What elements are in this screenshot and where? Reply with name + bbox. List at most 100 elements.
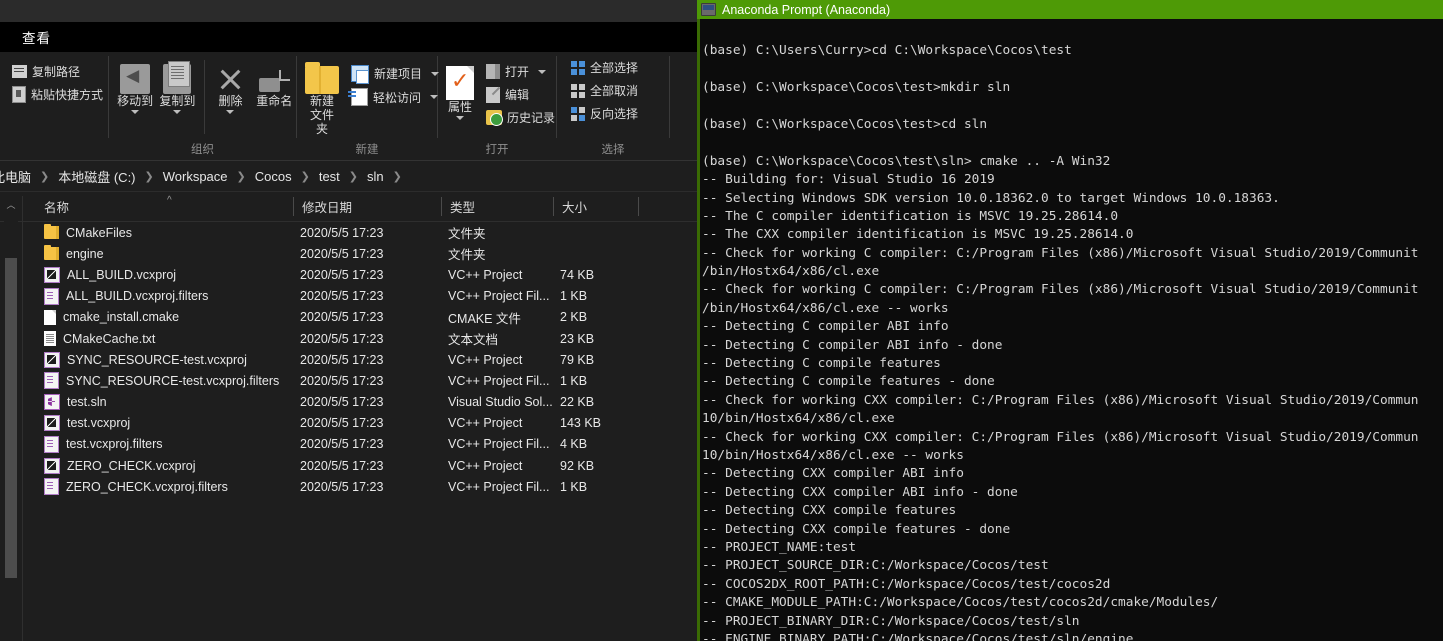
column-header-size[interactable]: 大小 [562, 192, 587, 221]
copy-to-button[interactable]: 复制到 [157, 58, 197, 114]
file-list-row[interactable]: CMakeFiles 2020/5/5 17:23 文件夹 [0, 222, 697, 243]
open-icon [486, 64, 500, 79]
select-all-button[interactable]: 全部选择 [565, 56, 644, 79]
terminal-line: -- Detecting CXX compile features [702, 503, 957, 519]
file-date: 2020/5/5 17:23 [300, 437, 384, 452]
terminal-line: 10/bin/Hostx64/x86/cl.exe [702, 411, 895, 427]
terminal-line: -- Check for working C compiler: C:/Prog… [702, 245, 1419, 261]
file-type: VC++ Project Fil... [448, 437, 550, 452]
file-type: CMAKE 文件 [448, 311, 521, 326]
file-list-row[interactable]: test.vcxproj 2020/5/5 17:23 VC++ Project 14… [0, 413, 697, 434]
rename-icon [259, 58, 291, 94]
file-list-row[interactable]: ALL_BUILD.vcxproj 2020/5/5 17:23 VC++ Proj… [0, 264, 697, 285]
console-icon [701, 3, 716, 16]
new-folder-label-line2: 文件夹 [309, 108, 334, 136]
file-list-row[interactable]: ZERO_CHECK.vcxproj 2020/5/5 17:23 VC++ Pro… [0, 455, 697, 476]
paste-shortcut-button[interactable]: 粘贴快捷方式 [6, 83, 109, 106]
new-folder-button[interactable]: 新建 文件夹 [305, 58, 339, 136]
file-type: VC++ Project [448, 416, 523, 431]
file-name: engine [66, 246, 104, 261]
file-date: 2020/5/5 17:23 [300, 267, 384, 282]
file-date: 2020/5/5 17:23 [300, 479, 384, 494]
anaconda-prompt-window[interactable]: Anaconda Prompt (Anaconda) (base) C:\Use… [697, 0, 1443, 641]
copy-path-button[interactable]: 复制路径 [6, 60, 86, 83]
breadcrumb-item-2[interactable]: Workspace [163, 169, 228, 184]
file-list-row[interactable]: ZERO_CHECK.vcxproj.filters 2020/5/5 17:23… [0, 476, 697, 497]
vcxproj-icon [44, 351, 60, 368]
ribbon-group-label-new: 新建 [355, 144, 379, 156]
ribbon-group-organize: 移动到 复制到 删除 [109, 52, 296, 160]
easy-access-button[interactable]: 轻松访问 [345, 85, 445, 109]
delete-button[interactable]: 删除 [210, 58, 250, 114]
breadcrumb-item-5[interactable]: sln [367, 169, 384, 184]
file-name: ALL_BUILD.vcxproj [67, 267, 177, 282]
terminal-line: (base) C:\Workspace\Cocos\test>mkdir sln [702, 80, 1011, 96]
column-header-date[interactable]: 修改日期 [302, 192, 352, 221]
address-bar[interactable]: 此电脑 ❯ 本地磁盘 (C:) ❯ Workspace ❯ Cocos ❯ test ❯ sln ❯ [0, 161, 697, 192]
file-list-row[interactable]: cmake_install.cmake 2020/5/5 17:23 CMAKE 文… [0, 307, 697, 328]
terminal-line: /bin/Hostx64/x86/cl.exe -- works [702, 300, 949, 316]
file-list-row[interactable]: SYNC_RESOURCE-test.vcxproj.filters 2020/5… [0, 370, 697, 391]
file-list-row[interactable]: CMakeCache.txt 2020/5/5 17:23 文本文档 23 KB [0, 328, 697, 349]
terminal-title-text: Anaconda Prompt (Anaconda) [722, 2, 891, 17]
file-date: 2020/5/5 17:23 [300, 373, 384, 388]
file-list[interactable]: CMakeFiles 2020/5/5 17:23 文件夹 engine 2020/5/… [0, 222, 697, 627]
new-folder-label-line1: 新建 [309, 94, 334, 108]
breadcrumb-item-3[interactable]: Cocos [255, 169, 292, 184]
screen-root: 查看 复制路径 粘贴快捷方式 ◀ 移动到 复制到 删除 重命名 组织 新建 文件… [0, 0, 1443, 641]
scroll-up-arrow-icon[interactable]: ︿ [4, 196, 18, 214]
file-size: 74 KB [560, 267, 595, 282]
terminal-line: (base) C:\Users\Curry>cd C:\Workspace\Co… [702, 43, 1072, 59]
filters-icon [44, 478, 59, 496]
file-type: VC++ Project Fil... [448, 479, 550, 494]
terminal-window-border [697, 19, 700, 641]
copy-path-icon [12, 65, 27, 78]
terminal-output[interactable]: (base) C:\Users\Curry>cd C:\Workspace\Co… [702, 24, 1442, 641]
file-name: CMakeFiles [66, 225, 132, 240]
file-list-scrollbar[interactable]: ︿ [4, 196, 18, 641]
file-list-row[interactable]: test.vcxproj.filters 2020/5/5 17:23 VC++ P… [0, 434, 697, 455]
file-list-row[interactable]: test.sln 2020/5/5 17:23 Visual Studio Sol.… [0, 392, 697, 413]
properties-label: 属性 [447, 100, 472, 114]
new-folder-icon [305, 58, 339, 94]
file-date: 2020/5/5 17:23 [300, 225, 384, 240]
properties-button[interactable]: 属性 [446, 58, 474, 120]
open-button[interactable]: 打开 [480, 60, 561, 83]
rename-button[interactable]: 重命名 [253, 58, 296, 108]
select-none-button[interactable]: 全部取消 [565, 79, 644, 102]
column-divider[interactable] [553, 197, 554, 216]
column-divider[interactable] [638, 197, 639, 216]
invert-selection-button[interactable]: 反向选择 [565, 102, 644, 125]
file-size: 1 KB [560, 479, 588, 494]
new-item-button[interactable]: 新建项目 [345, 62, 445, 85]
breadcrumb-item-0[interactable]: 此电脑 [0, 167, 31, 186]
ribbon-group-clipboard-extras: 复制路径 粘贴快捷方式 [0, 52, 108, 160]
history-button[interactable]: 历史记录 [480, 106, 561, 129]
file-date: 2020/5/5 17:23 [300, 246, 384, 261]
breadcrumb-item-1[interactable]: 本地磁盘 (C:) [58, 167, 135, 186]
column-divider[interactable] [441, 197, 442, 216]
select-all-icon [571, 60, 585, 75]
column-divider[interactable] [293, 197, 294, 216]
breadcrumb-item-4[interactable]: test [319, 169, 340, 184]
ribbon-inner-divider [203, 60, 205, 134]
file-date: 2020/5/5 17:23 [300, 416, 384, 431]
chevron-right-icon: ❯ [300, 170, 310, 183]
column-header-name[interactable]: 名称 [44, 192, 69, 221]
file-list-row[interactable]: engine 2020/5/5 17:23 文件夹 [0, 243, 697, 264]
terminal-line: -- Detecting C compile features - done [702, 374, 995, 390]
file-list-row[interactable]: SYNC_RESOURCE-test.vcxproj 2020/5/5 17:23… [0, 349, 697, 370]
tab-view[interactable]: 查看 [22, 27, 51, 47]
terminal-title-bar[interactable]: Anaconda Prompt (Anaconda) [697, 0, 1443, 19]
navigation-pane-divider[interactable] [22, 196, 23, 641]
scrollbar-thumb[interactable] [5, 258, 17, 578]
ribbon-group-label-select: 选择 [601, 144, 625, 156]
move-to-button[interactable]: 移动到 [115, 58, 155, 114]
delete-icon [215, 58, 245, 94]
file-list-row[interactable]: ALL_BUILD.vcxproj.filters 2020/5/5 17:23 V… [0, 286, 697, 307]
chevron-down-icon [538, 69, 547, 74]
sln-icon [44, 394, 60, 411]
edit-button[interactable]: 编辑 [480, 83, 561, 106]
column-header-type[interactable]: 类型 [450, 192, 475, 221]
